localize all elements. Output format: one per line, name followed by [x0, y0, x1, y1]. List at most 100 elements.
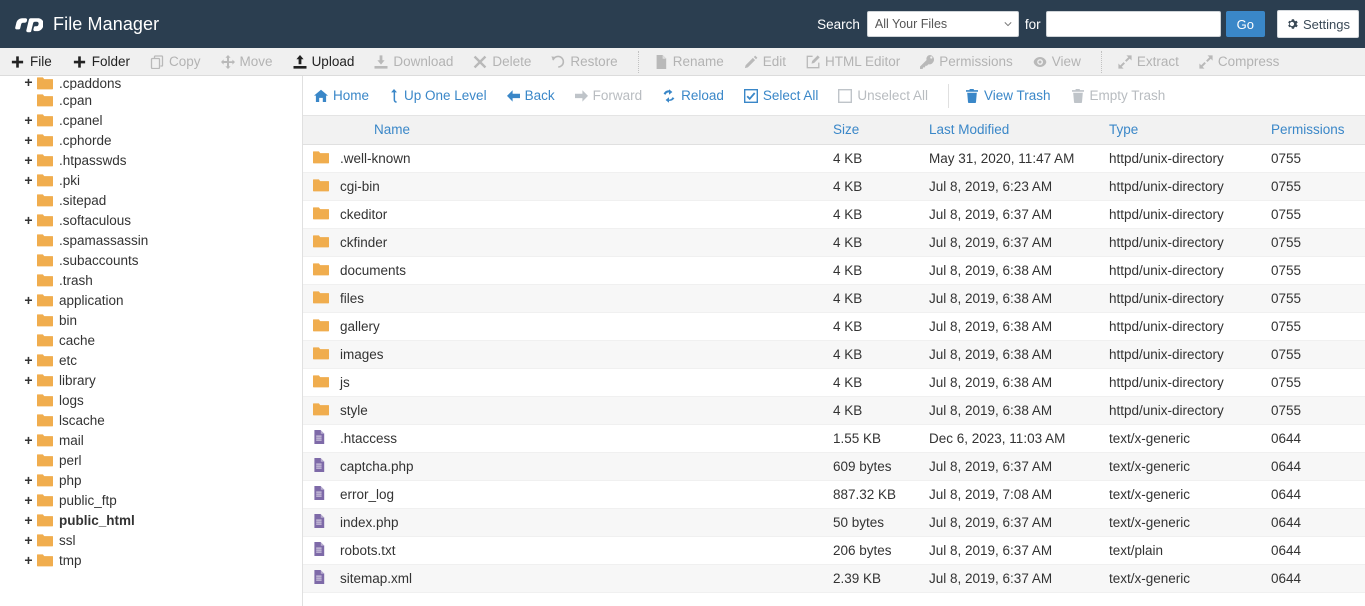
- cell-size: 609 bytes: [827, 452, 923, 481]
- tree-item-dot-trash[interactable]: +.trash: [0, 270, 302, 290]
- tree-item-tmp[interactable]: + tmp: [0, 550, 302, 570]
- toolbar-button-folder[interactable]: Folder: [72, 48, 130, 75]
- file-table-row[interactable]: documents 4 KB Jul 8, 2019, 6:38 AM httpd/u…: [303, 256, 1365, 285]
- expand-plus-icon[interactable]: +: [22, 353, 35, 367]
- cell-name[interactable]: error_log: [337, 480, 827, 509]
- tree-item-mail[interactable]: + mail: [0, 430, 302, 450]
- column-header-name[interactable]: Name: [337, 116, 827, 145]
- expand-plus-icon[interactable]: +: [22, 473, 35, 487]
- cell-name[interactable]: images: [337, 340, 827, 369]
- expand-plus-icon[interactable]: +: [22, 173, 35, 187]
- tree-item-application[interactable]: + application: [0, 290, 302, 310]
- nav-button-select-all[interactable]: Select All: [743, 88, 818, 103]
- cell-name[interactable]: documents: [337, 256, 827, 285]
- cell-name[interactable]: ckfinder: [337, 228, 827, 257]
- file-table-row[interactable]: captcha.php 609 bytes Jul 8, 2019, 6:37 AM…: [303, 452, 1365, 481]
- file-table-row[interactable]: ckeditor 4 KB Jul 8, 2019, 6:37 AM httpd/un…: [303, 200, 1365, 229]
- tree-item-cache[interactable]: +cache: [0, 330, 302, 350]
- cell-name[interactable]: robots.txt: [337, 536, 827, 565]
- expand-plus-icon[interactable]: +: [22, 433, 35, 447]
- tree-item-php[interactable]: + php: [0, 470, 302, 490]
- tree-item-dot-cpaddons[interactable]: + .cpaddons: [0, 76, 302, 90]
- tree-item-dot-pki[interactable]: + .pki: [0, 170, 302, 190]
- file-table-row[interactable]: error_log 887.32 KB Jul 8, 2019, 7:08 AM te…: [303, 480, 1365, 509]
- file-table-row[interactable]: files 4 KB Jul 8, 2019, 6:38 AM httpd/unix-…: [303, 284, 1365, 313]
- column-header-last-modified[interactable]: Last Modified: [923, 116, 1103, 145]
- tree-item-logs[interactable]: +logs: [0, 390, 302, 410]
- tree-item-bin[interactable]: +bin: [0, 310, 302, 330]
- cell-name[interactable]: files: [337, 284, 827, 313]
- tree-item-dot-subaccounts[interactable]: +.subaccounts: [0, 250, 302, 270]
- cell-modified: Jul 8, 2019, 6:38 AM: [923, 340, 1103, 369]
- cell-name[interactable]: index.php: [337, 508, 827, 537]
- expand-plus-icon[interactable]: +: [22, 133, 35, 147]
- tree-item-lscache[interactable]: +lscache: [0, 410, 302, 430]
- tree-item-public_ftp[interactable]: + public_ftp: [0, 490, 302, 510]
- file-table-row[interactable]: cgi-bin 4 KB Jul 8, 2019, 6:23 AM httpd/uni…: [303, 172, 1365, 201]
- tree-item-ssl[interactable]: + ssl: [0, 530, 302, 550]
- nav-button-home[interactable]: Home: [314, 88, 369, 103]
- cell-size: 4 KB: [827, 172, 923, 201]
- expand-plus-icon[interactable]: +: [22, 533, 35, 547]
- expand-plus-icon[interactable]: +: [22, 553, 35, 567]
- file-table-row[interactable]: js 4 KB Jul 8, 2019, 6:38 AM httpd/unix-dir…: [303, 368, 1365, 397]
- file-table-row[interactable]: ckfinder 4 KB Jul 8, 2019, 6:37 AM httpd/un…: [303, 228, 1365, 257]
- tree-item-dot-cpan[interactable]: +.cpan: [0, 90, 302, 110]
- expand-plus-icon[interactable]: +: [22, 76, 35, 89]
- nav-button-up-one-level[interactable]: Up One Level: [389, 88, 487, 103]
- tree-item-dot-softaculous[interactable]: + .softaculous: [0, 210, 302, 230]
- cell-name[interactable]: js: [337, 368, 827, 397]
- expand-plus-icon[interactable]: +: [22, 113, 35, 127]
- tree-item-dot-cphorde[interactable]: + .cphorde: [0, 130, 302, 150]
- search-scope-select[interactable]: All Your Files: [866, 11, 1019, 37]
- cell-name[interactable]: captcha.php: [337, 452, 827, 481]
- file-table-row[interactable]: .well-known 4 KB May 31, 2020, 11:47 AM htt…: [303, 144, 1365, 173]
- tree-item-label: .cpaddons: [59, 76, 122, 90]
- tree-item-etc[interactable]: + etc: [0, 350, 302, 370]
- file-table-row[interactable]: images 4 KB Jul 8, 2019, 6:38 AM httpd/unix…: [303, 340, 1365, 369]
- file-table-row[interactable]: .htaccess 1.55 KB Dec 6, 2023, 11:03 AM tex…: [303, 424, 1365, 453]
- column-header-permissions[interactable]: Permissions: [1265, 116, 1365, 145]
- cell-name[interactable]: .well-known: [337, 144, 827, 173]
- tree-item-dot-htpasswds[interactable]: + .htpasswds: [0, 150, 302, 170]
- tree-item-dot-cpanel[interactable]: + .cpanel: [0, 110, 302, 130]
- settings-button[interactable]: Settings: [1277, 10, 1359, 38]
- cell-name[interactable]: gallery: [337, 312, 827, 341]
- toolbar-button-file[interactable]: File: [10, 48, 52, 75]
- cell-permissions: 0755: [1265, 368, 1365, 397]
- tree-item-dot-spamassassin[interactable]: +.spamassassin: [0, 230, 302, 250]
- toolbar-button-edit: Edit: [744, 48, 786, 75]
- expand-plus-icon[interactable]: +: [22, 493, 35, 507]
- go-button[interactable]: Go: [1225, 11, 1266, 37]
- cell-name[interactable]: style: [337, 396, 827, 425]
- tree-item-perl[interactable]: +perl: [0, 450, 302, 470]
- file-table-row[interactable]: style 4 KB Jul 8, 2019, 6:38 AM httpd/unix-…: [303, 396, 1365, 425]
- file-table-row[interactable]: index.php 50 bytes Jul 8, 2019, 6:37 AM tex…: [303, 508, 1365, 537]
- cell-type: text/plain: [1103, 536, 1265, 565]
- expand-plus-icon[interactable]: +: [22, 213, 35, 227]
- cell-name[interactable]: cgi-bin: [337, 172, 827, 201]
- cell-name[interactable]: sitemap.xml: [337, 564, 827, 593]
- cell-permissions: 0644: [1265, 536, 1365, 565]
- expand-plus-icon[interactable]: +: [22, 293, 35, 307]
- directory-tree-sidebar[interactable]: + .cpaddons+.cpan+.cpanel+.cphorde+.htpas…: [0, 76, 302, 606]
- tree-item-dot-sitepad[interactable]: +.sitepad: [0, 190, 302, 210]
- file-table-row[interactable]: sitemap.xml 2.39 KB Jul 8, 2019, 6:37 AM te…: [303, 564, 1365, 593]
- search-input[interactable]: [1045, 11, 1221, 37]
- toolbar-button-upload[interactable]: Upload: [293, 48, 354, 75]
- file-table-row[interactable]: gallery 4 KB Jul 8, 2019, 6:38 AM httpd/uni…: [303, 312, 1365, 341]
- tree-item-library[interactable]: + library: [0, 370, 302, 390]
- expand-plus-icon[interactable]: +: [22, 513, 35, 527]
- expand-plus-icon[interactable]: +: [22, 153, 35, 167]
- expand-plus-icon[interactable]: +: [22, 373, 35, 387]
- cell-name[interactable]: ckeditor: [337, 200, 827, 229]
- file-table-row[interactable]: robots.txt 206 bytes Jul 8, 2019, 6:37 AM t…: [303, 536, 1365, 565]
- nav-button-view-trash[interactable]: View Trash: [965, 88, 1051, 103]
- nav-button-back[interactable]: Back: [506, 88, 555, 103]
- column-header-size[interactable]: Size: [827, 116, 923, 145]
- cell-name[interactable]: .htaccess: [337, 424, 827, 453]
- nav-button-reload[interactable]: Reload: [662, 88, 724, 103]
- column-header-type[interactable]: Type: [1103, 116, 1265, 145]
- download-icon: [374, 54, 388, 69]
- tree-item-public_html[interactable]: + public_html: [0, 510, 302, 530]
